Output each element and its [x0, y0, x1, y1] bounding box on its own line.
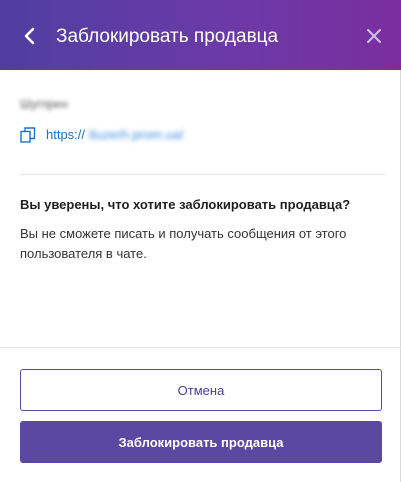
divider	[20, 174, 385, 175]
block-seller-dialog: Заблокировать продавца Шугпрен https:// …	[0, 0, 401, 482]
footer-divider	[0, 347, 401, 348]
seller-name: Шугпрен	[20, 97, 68, 111]
link-host[interactable]: ttuzerh.prom.ua/	[89, 126, 184, 144]
block-seller-button[interactable]: Заблокировать продавца	[20, 421, 382, 463]
chevron-left-icon[interactable]	[18, 24, 42, 48]
confirm-question: Вы уверены, что хотите заблокировать про…	[20, 197, 351, 212]
seller-link[interactable]: https:// ttuzerh.prom.ua/	[20, 126, 184, 144]
cancel-button[interactable]: Отмена	[20, 369, 382, 411]
link-prefix[interactable]: https://	[46, 126, 85, 144]
confirm-description: Вы не сможете писать и получать сообщени…	[20, 226, 347, 261]
copy-link-icon[interactable]	[20, 127, 36, 143]
close-icon[interactable]	[364, 26, 384, 46]
dialog-title: Заблокировать продавца	[56, 26, 279, 47]
dialog-header: Заблокировать продавца	[0, 0, 401, 70]
